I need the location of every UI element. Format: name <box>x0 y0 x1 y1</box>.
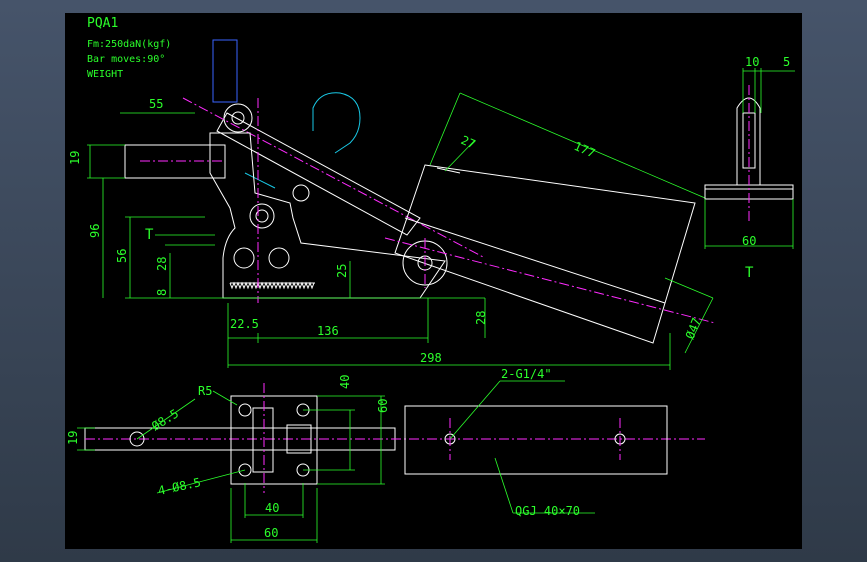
clamp-drawing: PQA1 Fm:250daN(kgf) Bar moves:90° WEIGHT <box>66 16 795 543</box>
dim-40-vert: 40 <box>338 375 352 389</box>
model-label: PQA1 <box>87 16 118 31</box>
dim-56: 56 <box>115 249 129 263</box>
dim-22-5: 22.5 <box>230 317 259 331</box>
dim-60-vert: 60 <box>376 399 390 413</box>
dim-g1-4: 2-G1/4" <box>501 367 552 381</box>
plan-view <box>84 383 705 493</box>
dim-60-end: 60 <box>742 234 756 248</box>
end-view: 60 T 10 5 <box>704 55 795 281</box>
dim-298: 298 <box>420 351 442 365</box>
dim-96: 96 <box>88 224 102 238</box>
dim-55: 55 <box>149 97 163 111</box>
drawing-viewport: PQA1 Fm:250daN(kgf) Bar moves:90° WEIGHT <box>65 13 802 549</box>
side-dimensions: 55 19 96 56 28 8 25 T 22.5 136 28 298 27… <box>68 92 714 370</box>
dim-177: 177 <box>572 139 598 161</box>
dim-19: 19 <box>68 151 82 165</box>
dim-27: 27 <box>459 133 478 152</box>
dim-60-horiz: 60 <box>264 526 278 540</box>
dim-28-horiz: 28 <box>474 311 488 325</box>
dim-10: 10 <box>745 55 759 69</box>
dim-40-horiz: 40 <box>265 501 279 515</box>
cylinder-model-label: QGJ 40×70 <box>515 504 580 518</box>
force-label: Fm:250daN(kgf) <box>87 39 171 50</box>
lever-arm <box>182 97 486 259</box>
cad-window: PQA1 Fm:250daN(kgf) Bar moves:90° WEIGHT <box>0 0 867 562</box>
t-label-right: T <box>745 265 754 281</box>
handle-outline <box>212 39 361 189</box>
clamp-body <box>124 132 446 299</box>
dim-r5: R5 <box>198 384 212 398</box>
dim-4-phi8-5: 4-Ø8.5 <box>157 475 202 498</box>
weight-label: WEIGHT <box>87 69 123 80</box>
air-cylinder <box>384 164 716 344</box>
dim-25: 25 <box>335 264 349 278</box>
dim-136: 136 <box>317 324 339 338</box>
plan-dimensions: 19 R5 Ø8.5 4-Ø8.5 40 60 40 60 2-G1/4" QG… <box>66 367 595 543</box>
t-label-left: T <box>145 227 154 243</box>
dim-phi8-5: Ø8.5 <box>149 406 181 433</box>
bar-moves-label: Bar moves:90° <box>87 54 165 65</box>
dim-19-plan: 19 <box>66 431 80 445</box>
dim-5: 5 <box>783 55 790 69</box>
dim-28-vert: 28 <box>155 257 169 271</box>
dim-8: 8 <box>155 289 169 296</box>
